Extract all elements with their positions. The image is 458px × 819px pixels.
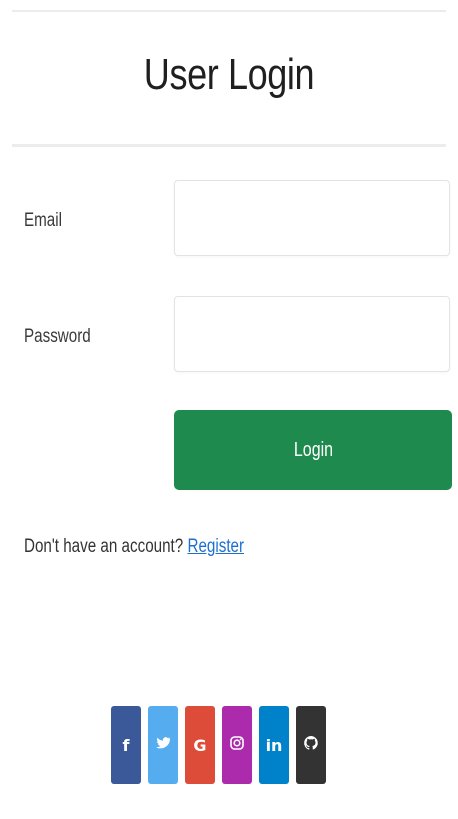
login-page: User Login Email Password Login Don't ha… [0, 0, 458, 819]
password-label: Password [24, 326, 91, 347]
instagram-icon [229, 735, 245, 755]
linkedin-button[interactable]: in [259, 706, 289, 784]
google-icon: G [193, 735, 207, 755]
social-login-bar: f G in [111, 706, 326, 784]
page-title: User Login [143, 50, 315, 99]
login-button[interactable]: Login [174, 410, 452, 490]
facebook-icon: f [122, 735, 130, 755]
facebook-button[interactable]: f [111, 706, 141, 784]
title-divider [12, 144, 446, 147]
password-field[interactable] [174, 296, 450, 372]
google-button[interactable]: G [185, 706, 215, 784]
register-link[interactable]: Register [187, 536, 244, 557]
twitter-button[interactable] [148, 706, 178, 784]
github-button[interactable] [296, 706, 326, 784]
register-prompt: Don't have an account? Register [24, 536, 244, 558]
email-field[interactable] [174, 180, 450, 256]
register-prompt-text: Don't have an account? [24, 536, 184, 557]
login-button-label: Login [293, 438, 333, 461]
instagram-button[interactable] [222, 706, 252, 784]
email-label: Email [24, 210, 63, 231]
twitter-icon [155, 735, 172, 755]
top-divider [12, 10, 446, 12]
linkedin-icon: in [265, 735, 283, 755]
github-icon [303, 735, 319, 755]
